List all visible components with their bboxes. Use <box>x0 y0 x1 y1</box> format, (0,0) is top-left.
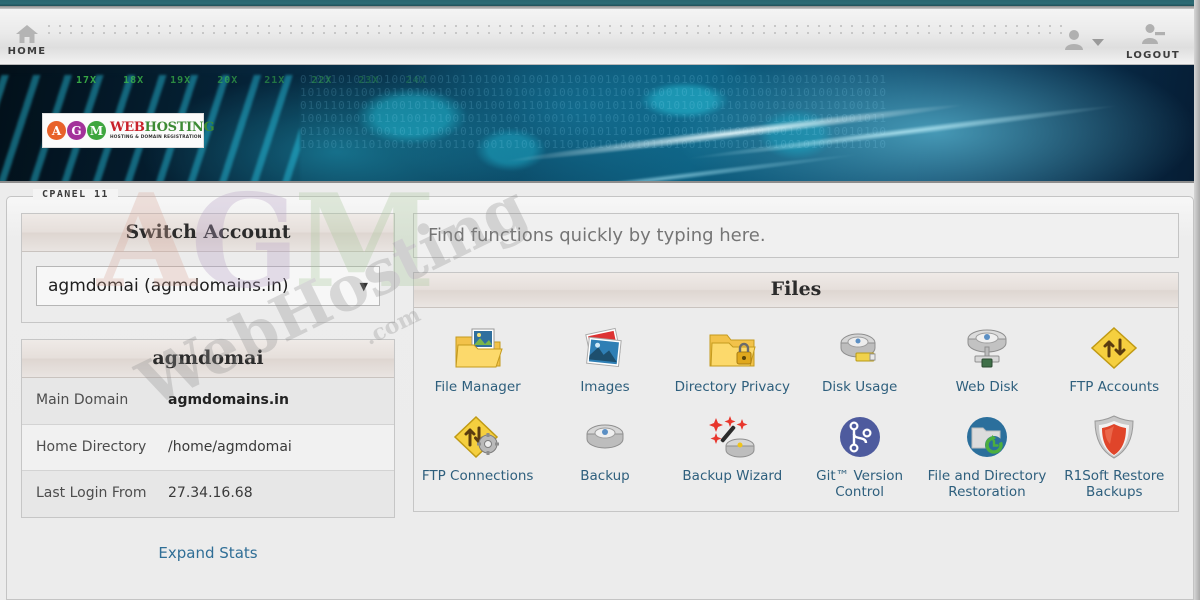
banner-tick: 23X <box>358 75 380 86</box>
search-box[interactable] <box>413 213 1179 258</box>
banner-tick: 21X <box>264 75 286 86</box>
git-version-control-icon <box>798 411 921 463</box>
files-tile-label: Backup Wizard <box>682 468 783 485</box>
stats-panel: agmdomai Main Domain agmdomains.in Home Di… <box>21 339 395 518</box>
files-tile-disk-usage[interactable]: Disk Usage <box>796 316 923 405</box>
files-icon-grid: File Manager Images Directory Privacy Di… <box>414 308 1178 511</box>
banner-tick-labels: 17X 18X 19X 20X 21X 22X 23X 24X <box>76 75 427 86</box>
logo-circle-a: A <box>47 121 66 140</box>
home-button[interactable]: HOME <box>4 23 50 57</box>
backup-wizard-icon <box>671 411 794 463</box>
files-group: Files File Manager Images Directory Priv… <box>413 272 1179 512</box>
files-tile-web-disk[interactable]: Web Disk <box>923 316 1050 405</box>
ftp-accounts-icon <box>1053 322 1176 374</box>
stat-row: Last Login From 27.34.16.68 <box>22 471 394 517</box>
file-directory-restoration-icon <box>925 411 1048 463</box>
files-tile-file-manager[interactable]: File Manager <box>414 316 541 405</box>
house-icon <box>4 23 50 45</box>
ftp-connections-icon <box>416 411 539 463</box>
stat-value: /home/agmdomai <box>168 438 292 455</box>
logo-hosting-text: HOSTING <box>144 119 215 135</box>
expand-stats-container: Expand Stats <box>21 534 395 564</box>
files-group-title: Files <box>414 273 1178 308</box>
files-tile-label: Disk Usage <box>821 379 898 395</box>
stat-value: agmdomains.in <box>168 392 289 408</box>
backup-icon <box>543 411 666 463</box>
files-tile-label: FTP Accounts <box>1069 379 1160 395</box>
user-avatar-icon <box>1064 29 1084 55</box>
stat-row: Home Directory/home/agmdomai <box>22 424 394 471</box>
logo-letter-circles: AGM <box>47 121 106 140</box>
files-tile-label: Git™ Version Control <box>816 468 904 501</box>
banner-tick: 18X <box>123 75 145 86</box>
switch-account-title: Switch Account <box>22 214 394 252</box>
cpanel-version-legend: CPANEL 11 <box>33 189 118 200</box>
files-tile-backup-wizard[interactable]: Backup Wizard <box>669 405 796 510</box>
main-column: Files File Manager Images Directory Priv… <box>413 213 1179 564</box>
cpanel-area: CPANEL 11 AGM WebHosting .com Switch Acc… <box>0 167 1200 600</box>
switch-account-body: agmdomai (agmdomains.in) ▼ <box>22 252 394 322</box>
logout-person-icon <box>1140 24 1166 49</box>
web-disk-icon <box>925 322 1048 374</box>
stat-value: 27.34.16.68 <box>168 485 253 501</box>
directory-privacy-icon <box>671 322 794 374</box>
home-label: HOME <box>7 46 47 57</box>
expand-stats-link[interactable]: Expand Stats <box>158 544 257 562</box>
select-caret-icon: ▼ <box>359 279 368 293</box>
files-tile-backup[interactable]: Backup <box>541 405 668 510</box>
file-manager-icon <box>416 322 539 374</box>
banner-tick: 24X <box>405 75 427 86</box>
account-select-value: agmdomai (agmdomains.in) <box>48 276 289 296</box>
search-input[interactable] <box>428 225 1164 246</box>
site-banner: 0100101011010010100101101001010010110100… <box>0 65 1200 183</box>
banner-tick: 22X <box>311 75 333 86</box>
stat-key: Home Directory <box>36 438 147 455</box>
files-tile-label: FTP Connections <box>421 468 534 485</box>
logo-tagline: HOSTING & DOMAIN REGISTRATION <box>110 134 202 140</box>
files-tile-label: File and Directory Restoration <box>927 468 1047 501</box>
logout-button[interactable]: LOGOUT <box>1112 23 1194 61</box>
logo-web-text: WEB <box>110 119 145 135</box>
files-tile-file-directory-restoration[interactable]: File and Directory Restoration <box>923 405 1050 510</box>
user-menu-button[interactable] <box>1064 29 1104 55</box>
account-select[interactable]: agmdomai (agmdomains.in) ▼ <box>36 266 380 306</box>
stat-key: Main Domain <box>36 392 129 408</box>
files-tile-r1soft-restore-backups[interactable]: R1Soft Restore Backups <box>1051 405 1178 510</box>
banner-tick: 17X <box>76 75 98 86</box>
disk-usage-icon <box>798 322 921 374</box>
logo-circle-m: M <box>87 121 106 140</box>
dot-pattern-decoration <box>48 25 1070 39</box>
files-tile-git-version-control[interactable]: Git™ Version Control <box>796 405 923 510</box>
site-logo[interactable]: AGM WEBHOSTING HOSTING & DOMAIN REGISTRA… <box>42 113 215 148</box>
stats-rows: Main Domain agmdomains.in Home Directory/h… <box>22 378 394 517</box>
logo-wordmark: WEBHOSTING HOSTING & DOMAIN REGISTRATION <box>110 119 215 140</box>
files-tile-ftp-connections[interactable]: FTP Connections <box>414 405 541 510</box>
files-tile-label: Backup <box>580 468 630 485</box>
files-tile-label: Directory Privacy <box>674 379 791 395</box>
top-navigation-bar: HOME LOGOUT <box>0 9 1200 65</box>
stats-panel-title: agmdomai <box>22 340 394 378</box>
files-tile-label: R1Soft Restore Backups <box>1064 468 1165 501</box>
chevron-down-icon <box>1092 38 1104 46</box>
banner-tick: 20X <box>217 75 239 86</box>
files-tile-ftp-accounts[interactable]: FTP Accounts <box>1051 316 1178 405</box>
stat-row: Main Domain agmdomains.in <box>22 378 394 425</box>
cpanel-fieldset: CPANEL 11 AGM WebHosting .com Switch Acc… <box>6 167 1194 600</box>
logout-label: LOGOUT <box>1126 50 1180 61</box>
banner-tick: 19X <box>170 75 192 86</box>
files-tile-label: Web Disk <box>955 379 1019 395</box>
stat-key: Last Login From <box>36 485 147 501</box>
sidebar-column: Switch Account agmdomai (agmdomains.in) … <box>21 213 395 564</box>
images-icon <box>543 322 666 374</box>
files-tile-label: File Manager <box>434 379 521 395</box>
logo-circle-g: G <box>67 121 86 140</box>
switch-account-panel: Switch Account agmdomai (agmdomains.in) … <box>21 213 395 323</box>
files-tile-images[interactable]: Images <box>541 316 668 405</box>
files-tile-label: Images <box>580 379 630 395</box>
window-right-edge <box>1194 0 1200 600</box>
files-tile-directory-privacy[interactable]: Directory Privacy <box>669 316 796 405</box>
r1soft-restore-backups-icon <box>1053 411 1176 463</box>
